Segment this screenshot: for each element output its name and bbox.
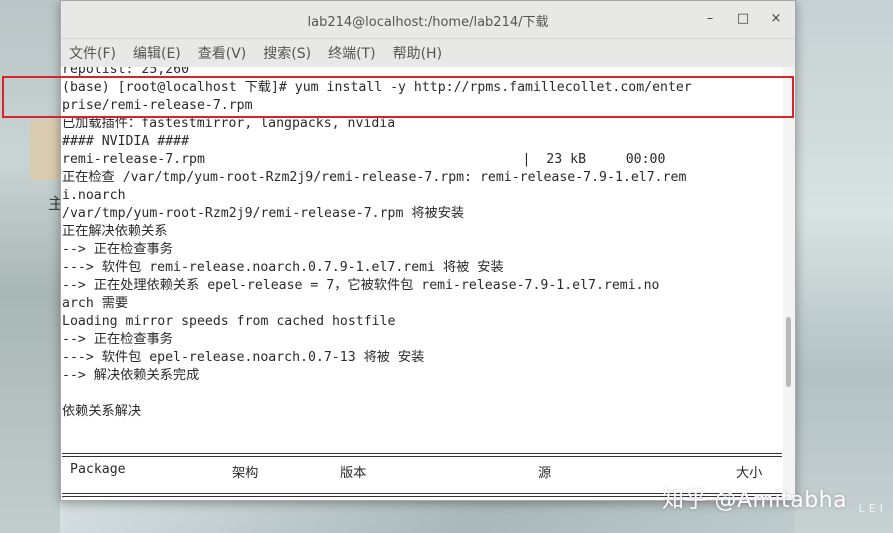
terminal-line: ---> 软件包 epel-release.noarch.0.7-13 将被 安… <box>62 350 425 365</box>
col-arch: 架构 <box>232 466 259 481</box>
terminal-line: i.noarch <box>62 188 126 203</box>
terminal-output[interactable]: repolist: 25,260 (base) [root@localhost 下… <box>61 67 783 499</box>
col-package: Package <box>70 462 126 477</box>
terminal-line: Loading mirror speeds from cached hostfi… <box>62 314 396 329</box>
terminal-line: 正在解决依赖关系 <box>62 224 168 239</box>
terminal-line: arch 需要 <box>62 296 129 311</box>
menu-file[interactable]: 文件(F) <box>69 43 116 63</box>
scrollbar-thumb[interactable] <box>786 317 791 387</box>
menu-view[interactable]: 查看(V) <box>198 43 247 63</box>
red-highlight-annotation <box>2 76 794 118</box>
menu-terminal[interactable]: 终端(T) <box>328 43 375 63</box>
terminal-line: --> 正在检查事务 <box>62 332 173 347</box>
close-icon[interactable]: × <box>767 10 785 28</box>
window-title: lab214@localhost:/home/lab214/下载 <box>307 15 549 30</box>
terminal-line: #### NVIDIA #### <box>62 134 190 149</box>
terminal-lines: repolist: 25,260 (base) [root@localhost 下… <box>62 67 692 421</box>
menu-edit[interactable]: 编辑(E) <box>133 43 181 63</box>
terminal-line: --> 解决依赖关系完成 <box>62 368 200 383</box>
terminal-line: remi-release-7.rpm | 23 kB 00:00 <box>62 152 666 167</box>
titlebar[interactable]: lab214@localhost:/home/lab214/下载 – □ × <box>61 1 795 39</box>
terminal-line: 正在检查 /var/tmp/yum-root-Rzm2j9/remi-relea… <box>62 170 687 185</box>
terminal-line: --> 正在处理依赖关系 epel-release = 7，它被软件包 remi… <box>62 278 660 293</box>
desktop-object <box>30 120 64 180</box>
table-separator-top <box>62 453 782 454</box>
terminal-line: ---> 软件包 remi-release.noarch.0.7.9-1.el7… <box>62 260 504 275</box>
col-size: 大小 <box>736 466 763 481</box>
col-repo: 源 <box>538 466 552 481</box>
watermark: 知乎 @Amitabha <box>662 488 848 513</box>
terminal-line: 依赖关系解决 <box>62 404 142 419</box>
menubar: 文件(F) 编辑(E) 查看(V) 搜索(S) 终端(T) 帮助(H) <box>61 39 795 68</box>
col-version: 版本 <box>340 466 367 481</box>
table-separator-top-2 <box>62 456 782 457</box>
menu-search[interactable]: 搜索(S) <box>263 43 311 63</box>
package-table-header: Package 架构 版本 源 大小 <box>61 462 781 482</box>
terminal-scrollbar[interactable] <box>783 67 795 499</box>
terminal-line: --> 正在检查事务 <box>62 242 173 257</box>
maximize-icon[interactable]: □ <box>734 10 752 28</box>
terminal-line: /var/tmp/yum-root-Rzm2j9/remi-release-7.… <box>62 206 465 221</box>
menu-help[interactable]: 帮助(H) <box>393 43 442 63</box>
desktop-lettering: LEI <box>858 502 887 515</box>
minimize-icon[interactable]: – <box>701 10 719 28</box>
desktop-background-right: LEI <box>794 0 893 533</box>
